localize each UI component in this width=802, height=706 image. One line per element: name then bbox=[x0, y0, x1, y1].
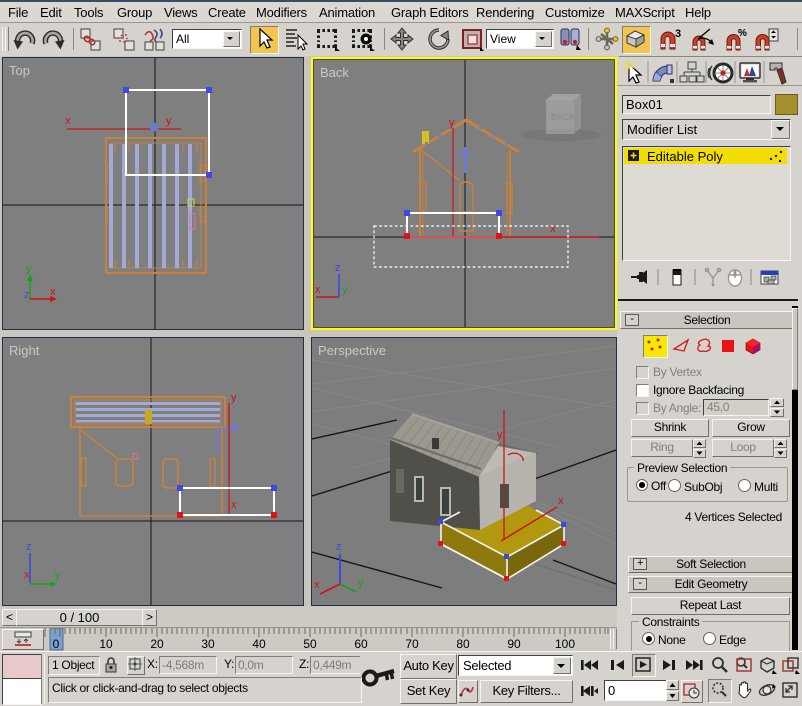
svg-text:Right: Right bbox=[9, 343, 40, 358]
svg-text:60: 60 bbox=[354, 637, 368, 651]
svg-text:y: y bbox=[449, 117, 455, 129]
svg-text:%: % bbox=[738, 28, 747, 39]
svg-text:z: z bbox=[335, 262, 341, 274]
svg-text:x: x bbox=[315, 284, 321, 296]
svg-text:y: y bbox=[231, 392, 237, 404]
svg-text:z: z bbox=[24, 289, 30, 301]
svg-text:3: 3 bbox=[675, 28, 681, 40]
svg-text:z: z bbox=[336, 541, 342, 553]
svg-text:20: 20 bbox=[150, 637, 164, 651]
svg-text:x: x bbox=[65, 115, 71, 127]
svg-text:x: x bbox=[24, 569, 30, 581]
svg-text:90: 90 bbox=[507, 637, 521, 651]
svg-text:40: 40 bbox=[252, 637, 266, 651]
svg-text:0: 0 bbox=[53, 637, 60, 651]
svg-text:x: x bbox=[558, 495, 564, 507]
svg-text:x: x bbox=[550, 223, 556, 235]
svg-text:y: y bbox=[358, 577, 364, 589]
svg-text:y: y bbox=[497, 429, 503, 441]
svg-text:x: x bbox=[314, 579, 320, 591]
svg-text:y: y bbox=[55, 569, 61, 581]
svg-text:Perspective: Perspective bbox=[318, 343, 386, 358]
svg-text:y: y bbox=[166, 115, 172, 127]
svg-text:z: z bbox=[26, 541, 32, 553]
svg-text:x: x bbox=[50, 286, 56, 298]
svg-text:30: 30 bbox=[201, 637, 215, 651]
svg-text:y: y bbox=[342, 284, 348, 296]
svg-text:x: x bbox=[231, 499, 237, 511]
svg-text:80: 80 bbox=[456, 637, 470, 651]
svg-text:Back: Back bbox=[320, 65, 349, 80]
svg-text:Top: Top bbox=[9, 63, 30, 78]
svg-text:50: 50 bbox=[303, 637, 317, 651]
svg-text:y: y bbox=[26, 263, 32, 275]
svg-text:10: 10 bbox=[99, 637, 113, 651]
svg-text:100: 100 bbox=[555, 637, 575, 651]
svg-text:70: 70 bbox=[405, 637, 419, 651]
svg-text:BACK: BACK bbox=[551, 112, 576, 122]
